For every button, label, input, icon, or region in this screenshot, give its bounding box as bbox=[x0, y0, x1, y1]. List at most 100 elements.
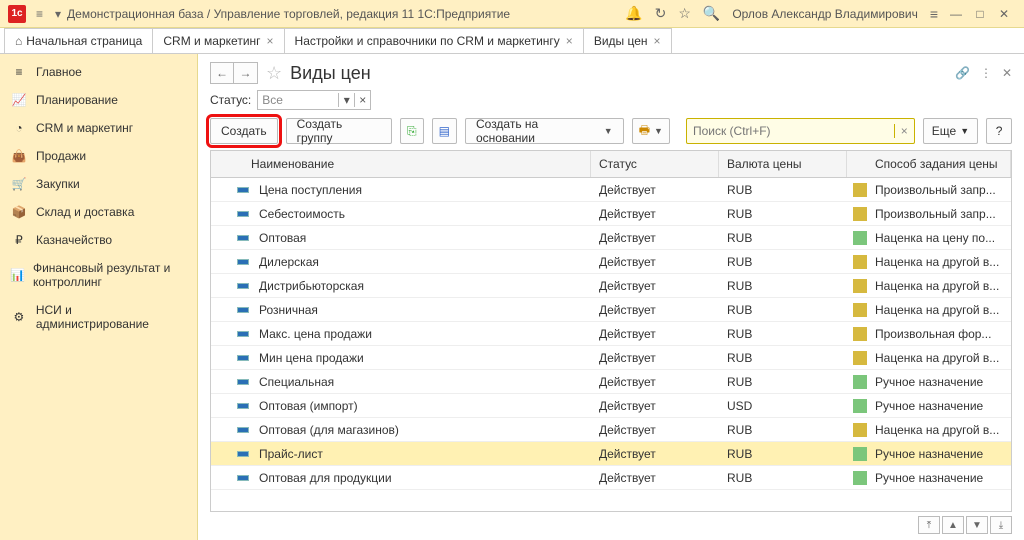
favorite-icon[interactable]: ☆ bbox=[266, 63, 282, 84]
nav-back-button[interactable]: ← bbox=[210, 62, 234, 84]
row-method: Наценка на другой в... bbox=[875, 303, 999, 317]
table-row[interactable]: ДистрибьюторскаяДействуетRUBНаценка на д… bbox=[211, 274, 1011, 298]
row-method: Произвольный запр... bbox=[875, 207, 996, 221]
tab-label: Виды цен bbox=[594, 34, 648, 48]
sidebar-label: Казначейство bbox=[36, 233, 112, 247]
sidebar-item-финансовый-результат-и-контроллинг[interactable]: 📊Финансовый результат и контроллинг bbox=[0, 254, 197, 296]
status-clear-icon[interactable]: × bbox=[354, 93, 370, 107]
row-status: Действует bbox=[591, 279, 719, 293]
row-status: Действует bbox=[591, 327, 719, 341]
row-name: Оптовая (импорт) bbox=[259, 399, 358, 413]
sidebar-item-казначейство[interactable]: ₽Казначейство bbox=[0, 226, 197, 254]
kebab-icon[interactable]: ⋮ bbox=[980, 66, 992, 80]
nav-first-button[interactable]: ⤒ bbox=[918, 516, 940, 534]
search-icon[interactable]: 🔍 bbox=[703, 5, 720, 22]
table-row[interactable]: Оптовая (импорт)ДействуетUSDРучное назна… bbox=[211, 394, 1011, 418]
tab-настройки-и-справочники-по-crm-и-маркетингу[interactable]: Настройки и справочники по CRM и маркети… bbox=[284, 28, 584, 53]
row-method: Произвольный запр... bbox=[875, 183, 996, 197]
user-name[interactable]: Орлов Александр Владимирович bbox=[732, 7, 918, 21]
print-button[interactable]: 🖶▼ bbox=[632, 118, 670, 144]
sidebar-item-планирование[interactable]: 📈Планирование bbox=[0, 86, 197, 114]
status-dropdown-icon[interactable]: ▾ bbox=[338, 93, 354, 107]
star-icon[interactable]: ☆ bbox=[678, 5, 691, 22]
tab-close-icon[interactable]: × bbox=[654, 34, 661, 48]
sidebar-item-закупки[interactable]: 🛒Закупки bbox=[0, 170, 197, 198]
create-group-label: Создать группу bbox=[297, 117, 381, 145]
method-icon bbox=[853, 231, 867, 245]
row-status: Действует bbox=[591, 351, 719, 365]
sidebar-item-главное[interactable]: ≡Главное bbox=[0, 58, 197, 86]
col-name[interactable]: Наименование bbox=[211, 151, 591, 177]
row-currency: RUB bbox=[719, 207, 847, 221]
sidebar-item-crm-и-маркетинг[interactable]: ◔CRM и маркетинг bbox=[0, 114, 197, 142]
nav-forward-button[interactable]: → bbox=[234, 62, 258, 84]
row-name: Специальная bbox=[259, 375, 334, 389]
header-row: ← → ☆ Виды цен 🔗 ⋮ ✕ bbox=[210, 62, 1012, 84]
list-button[interactable]: ▤ bbox=[432, 118, 457, 144]
method-icon bbox=[853, 279, 867, 293]
main-menu-icon[interactable]: ≡ bbox=[36, 7, 43, 21]
history-icon[interactable]: ↻ bbox=[655, 5, 667, 22]
chevron-down-icon: ▼ bbox=[654, 126, 663, 136]
method-icon bbox=[853, 447, 867, 461]
row-icon bbox=[237, 331, 249, 337]
table-row[interactable]: Макс. цена продажиДействуетRUBПроизвольн… bbox=[211, 322, 1011, 346]
row-icon bbox=[237, 235, 249, 241]
row-name: Оптовая bbox=[259, 231, 306, 245]
col-currency[interactable]: Валюта цены bbox=[719, 151, 847, 177]
help-button[interactable]: ? bbox=[986, 118, 1012, 144]
table-row[interactable]: Оптовая для продукцииДействуетRUBРучное … bbox=[211, 466, 1011, 490]
nav-down-button[interactable]: ▼ bbox=[966, 516, 988, 534]
search-clear-icon[interactable]: × bbox=[894, 124, 914, 138]
nav-up-button[interactable]: ▲ bbox=[942, 516, 964, 534]
table-row[interactable]: СебестоимостьДействуетRUBПроизвольный за… bbox=[211, 202, 1011, 226]
row-currency: RUB bbox=[719, 183, 847, 197]
window-title: Демонстрационная база / Управление торго… bbox=[67, 7, 619, 21]
sidebar-item-продажи[interactable]: 👜Продажи bbox=[0, 142, 197, 170]
create-based-button[interactable]: Создать на основании▼ bbox=[465, 118, 624, 144]
row-currency: RUB bbox=[719, 447, 847, 461]
app-logo: 1c bbox=[8, 5, 26, 23]
row-name: Оптовая (для магазинов) bbox=[259, 423, 399, 437]
bell-icon[interactable]: 🔔 bbox=[625, 5, 642, 22]
user-menu-icon[interactable]: ≡ bbox=[930, 6, 938, 22]
close-window-button[interactable]: ✕ bbox=[996, 7, 1012, 21]
table-row[interactable]: Мин цена продажиДействуетRUBНаценка на д… bbox=[211, 346, 1011, 370]
status-value: Все bbox=[258, 93, 338, 107]
dropdown-icon[interactable]: ▾ bbox=[55, 7, 61, 21]
table-row[interactable]: ДилерскаяДействуетRUBНаценка на другой в… bbox=[211, 250, 1011, 274]
table-row[interactable]: Цена поступленияДействуетRUBПроизвольный… bbox=[211, 178, 1011, 202]
tab-close-icon[interactable]: × bbox=[267, 34, 274, 48]
minimize-button[interactable]: — bbox=[948, 7, 964, 21]
copy-button[interactable]: ⎘ bbox=[400, 118, 424, 144]
search-box[interactable]: × bbox=[686, 118, 915, 144]
table-row[interactable]: Оптовая (для магазинов)ДействуетRUBНацен… bbox=[211, 418, 1011, 442]
sidebar-item-склад-и-доставка[interactable]: 📦Склад и доставка bbox=[0, 198, 197, 226]
table-row[interactable]: СпециальнаяДействуетRUBРучное назначение bbox=[211, 370, 1011, 394]
sidebar: ≡Главное📈Планирование◔CRM и маркетинг👜Пр… bbox=[0, 54, 198, 540]
row-icon bbox=[237, 403, 249, 409]
toolbar: Создать Создать группу ⎘ ▤ Создать на ос… bbox=[210, 118, 1012, 144]
tab-начальная-страница[interactable]: ⌂Начальная страница bbox=[4, 28, 153, 53]
sidebar-item-нси-и-администрирование[interactable]: ⚙НСИ и администрирование bbox=[0, 296, 197, 338]
tab-crm-и-маркетинг[interactable]: CRM и маркетинг× bbox=[152, 28, 284, 53]
table-row[interactable]: РозничнаяДействуетRUBНаценка на другой в… bbox=[211, 298, 1011, 322]
tab-close-icon[interactable]: × bbox=[566, 34, 573, 48]
nav-last-button[interactable]: ⤓ bbox=[990, 516, 1012, 534]
table-row[interactable]: ОптоваяДействуетRUBНаценка на цену по... bbox=[211, 226, 1011, 250]
table-header: Наименование Статус Валюта цены Способ з… bbox=[211, 151, 1011, 178]
tab-виды-цен[interactable]: Виды цен × bbox=[583, 28, 672, 53]
more-button[interactable]: Еще▼ bbox=[923, 118, 978, 144]
link-icon[interactable]: 🔗 bbox=[955, 66, 970, 80]
create-button[interactable]: Создать bbox=[210, 118, 278, 144]
create-group-button[interactable]: Создать группу bbox=[286, 118, 392, 144]
col-method[interactable]: Способ задания цены bbox=[847, 151, 1011, 177]
table-row[interactable]: Прайс-листДействуетRUBРучное назначение bbox=[211, 442, 1011, 466]
row-method: Ручное назначение bbox=[875, 399, 983, 413]
search-input[interactable] bbox=[687, 124, 894, 138]
sidebar-icon: 📊 bbox=[10, 268, 25, 282]
maximize-button[interactable]: □ bbox=[972, 7, 988, 21]
col-status[interactable]: Статус bbox=[591, 151, 719, 177]
status-select[interactable]: Все ▾ × bbox=[257, 90, 371, 110]
close-form-icon[interactable]: ✕ bbox=[1002, 66, 1012, 80]
